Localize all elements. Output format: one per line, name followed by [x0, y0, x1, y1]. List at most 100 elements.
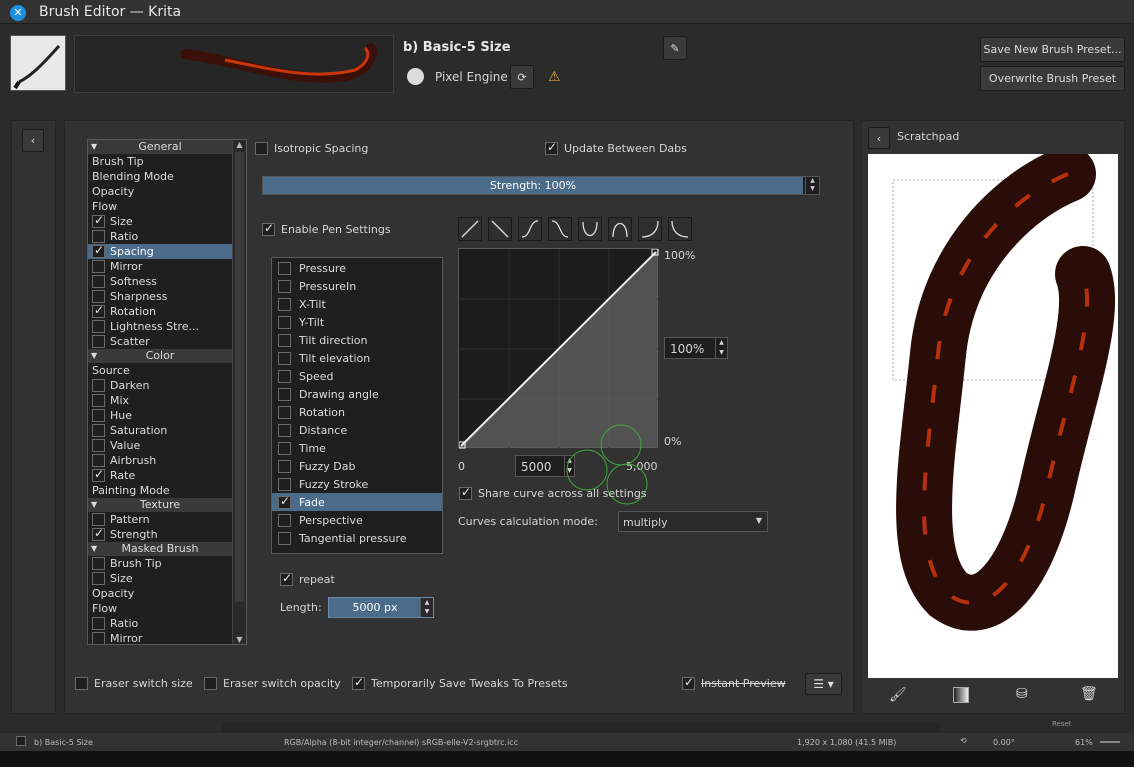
length-spinner[interactable]: ▲ ▼ [420, 598, 433, 617]
enable-pen-checkbox[interactable] [262, 221, 275, 236]
repeat-checkbox[interactable] [280, 571, 293, 586]
strength-slider[interactable]: Strength: 100% ▲ ▼ [262, 176, 820, 195]
category-checkbox[interactable] [92, 304, 105, 318]
category-item[interactable]: Ratio [88, 229, 232, 244]
sensor-checkbox[interactable] [278, 261, 291, 275]
option-category-list[interactable]: General Brush Tip Blending ModeOpacityFlow… [87, 139, 247, 645]
curve-preset-button[interactable] [488, 217, 512, 241]
category-item[interactable]: Brush Tip [88, 556, 232, 571]
sensor-checkbox[interactable] [278, 279, 291, 293]
curve-preset-button[interactable] [608, 217, 632, 241]
sensor-item[interactable]: Tangential pressure [272, 529, 442, 547]
sensor-checkbox[interactable] [278, 441, 291, 455]
category-item[interactable]: Pattern [88, 512, 232, 527]
category-checkbox[interactable] [92, 275, 105, 288]
collapse-left-button[interactable]: ‹ [22, 129, 44, 152]
fill-bucket-icon[interactable]: ⛁ [1016, 686, 1028, 702]
isotropic-spacing[interactable]: Isotropic Spacing [255, 142, 368, 155]
gradient-icon[interactable] [953, 687, 969, 703]
sensor-item[interactable]: X-Tilt [272, 295, 442, 313]
curve-preset-button[interactable] [578, 217, 602, 241]
category-item[interactable]: Mirror [88, 259, 232, 274]
category-checkbox[interactable] [92, 244, 105, 258]
category-item[interactable]: Rate [88, 468, 232, 483]
curve-graph[interactable] [458, 248, 659, 449]
category-item[interactable]: Scatter [88, 334, 232, 349]
category-header[interactable]: Masked Brush [88, 542, 232, 556]
category-checkbox[interactable] [92, 632, 105, 644]
update-between-checkbox[interactable] [545, 140, 558, 155]
category-item[interactable]: Painting Mode [88, 483, 232, 498]
category-item[interactable]: Flow [88, 199, 232, 214]
share-curve[interactable]: Share curve across all settings [459, 485, 647, 500]
options-menu-button[interactable]: ☰ ▾ [805, 673, 842, 695]
sensor-checkbox[interactable] [278, 459, 291, 473]
category-item[interactable]: Hue [88, 408, 232, 423]
category-checkbox[interactable] [92, 439, 105, 452]
category-header[interactable]: General [88, 140, 232, 154]
curve-preset-button[interactable] [548, 217, 572, 241]
category-checkbox[interactable] [92, 468, 105, 482]
strength-spinner[interactable]: ▲ ▼ [805, 177, 819, 194]
category-item[interactable]: Opacity [88, 184, 232, 199]
sensor-checkbox[interactable] [278, 423, 291, 437]
sensor-item[interactable]: Fade [272, 493, 442, 511]
sensor-item[interactable]: Drawing angle [272, 385, 442, 403]
sensor-item[interactable]: Tilt direction [272, 331, 442, 349]
sensor-checkbox[interactable] [278, 477, 291, 491]
curve-editor[interactable] [458, 248, 659, 449]
isotropic-checkbox[interactable] [255, 142, 268, 155]
sensor-item[interactable]: Perspective [272, 511, 442, 529]
category-checkbox[interactable] [92, 230, 105, 243]
sensor-checkbox[interactable] [278, 297, 291, 311]
category-item[interactable]: Darken [88, 378, 232, 393]
category-item[interactable]: Value [88, 438, 232, 453]
sensor-checkbox[interactable] [278, 369, 291, 383]
category-item[interactable]: Size [88, 571, 232, 586]
sensor-item[interactable]: Fuzzy Dab [272, 457, 442, 475]
category-item[interactable]: Blending Mode [88, 169, 232, 184]
category-item[interactable]: Lightness Stre... [88, 319, 232, 334]
curves-calc-select[interactable]: multiply ▼ [618, 511, 768, 532]
instant-preview-checkbox[interactable] [682, 675, 695, 690]
sensor-checkbox[interactable] [278, 315, 291, 329]
temp-save-checkbox[interactable] [352, 675, 365, 690]
category-item[interactable]: Size [88, 214, 232, 229]
category-checkbox[interactable] [92, 290, 105, 303]
category-checkbox[interactable] [92, 617, 105, 630]
repeat-option[interactable]: repeat [280, 571, 335, 586]
edit-name-button[interactable]: ✎ [663, 36, 687, 60]
eraser-switch-size[interactable]: Eraser switch size [75, 677, 193, 690]
curve-preset-button[interactable] [668, 217, 692, 241]
scratchpad-canvas[interactable] [868, 154, 1118, 678]
sensor-item[interactable]: Y-Tilt [272, 313, 442, 331]
category-checkbox[interactable] [92, 320, 105, 333]
sensor-checkbox[interactable] [278, 351, 291, 365]
category-item[interactable]: Strength [88, 527, 232, 542]
sensor-checkbox[interactable] [278, 387, 291, 401]
sensor-checkbox[interactable] [278, 513, 291, 527]
category-checkbox[interactable] [92, 557, 105, 570]
collapse-scratchpad-button[interactable]: ‹ [868, 127, 890, 149]
temp-save-tweaks[interactable]: Temporarily Save Tweaks To Presets [352, 675, 568, 690]
category-item[interactable]: Sharpness [88, 289, 232, 304]
sensor-item[interactable]: Pressure [272, 259, 442, 277]
instant-preview[interactable]: Instant Preview [682, 675, 786, 690]
category-item[interactable]: Rotation [88, 304, 232, 319]
category-item[interactable]: Spacing [88, 244, 232, 259]
overwrite-preset-button[interactable]: Overwrite Brush Preset [980, 66, 1125, 91]
rotation-icon[interactable]: ⟲ [960, 736, 967, 745]
sensor-checkbox[interactable] [278, 531, 291, 545]
trash-icon[interactable]: 🗑 [1080, 686, 1098, 702]
curve-preset-button[interactable] [458, 217, 482, 241]
category-checkbox[interactable] [92, 572, 105, 585]
enable-pen-settings[interactable]: Enable Pen Settings [262, 221, 391, 236]
curve-y-spinner[interactable]: ▲ ▼ [715, 338, 727, 358]
category-item[interactable]: Mirror [88, 631, 232, 644]
sensor-item[interactable]: Tilt elevation [272, 349, 442, 367]
curve-y-value-input[interactable]: 100% ▲ ▼ [664, 337, 728, 359]
category-checkbox[interactable] [92, 409, 105, 422]
category-checkbox[interactable] [92, 379, 105, 392]
category-scrollbar[interactable]: ▲ ▼ [232, 140, 246, 644]
share-curve-checkbox[interactable] [459, 485, 472, 500]
